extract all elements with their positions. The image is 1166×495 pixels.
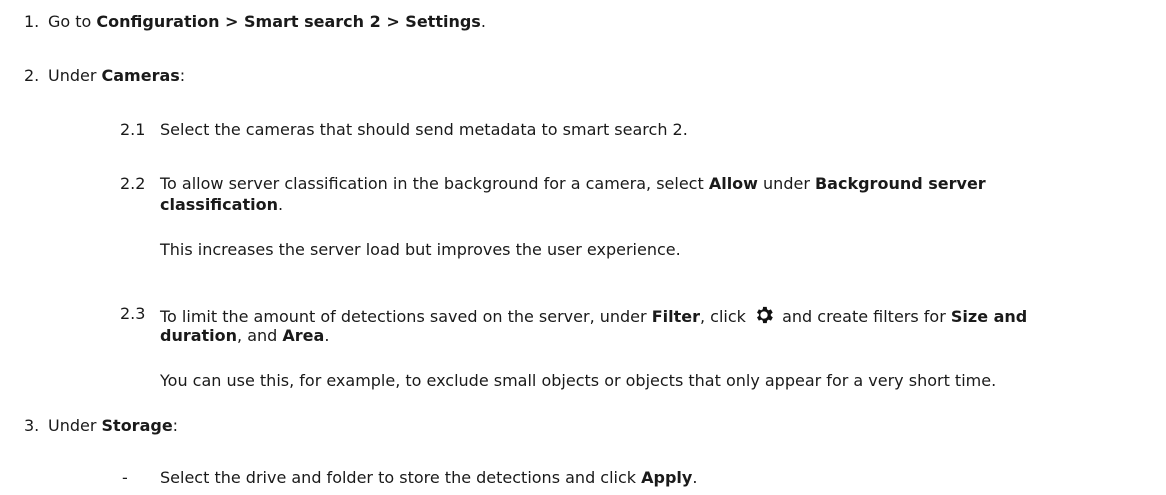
step-text: Go to Configuration > Smart search 2 > S… <box>48 12 486 31</box>
step-number: 2. <box>24 66 40 85</box>
menu-path: Configuration > Smart search 2 > Setting… <box>96 12 481 31</box>
substep-note: This increases the server load but impro… <box>160 240 681 259</box>
button-label: Apply <box>641 468 693 487</box>
step-number: 3. <box>24 416 40 435</box>
filter-label: Size and <box>950 307 1028 326</box>
gear-icon <box>757 306 773 324</box>
filter-label: Area <box>282 326 325 345</box>
column-label: Background server <box>814 174 986 193</box>
substep-text-cont: classification. <box>160 195 284 214</box>
substep-number: 2.3 <box>120 304 146 323</box>
substep-number: 2.1 <box>120 120 146 139</box>
substep-text-cont: duration, and Area. <box>160 326 330 345</box>
section-name: Cameras <box>101 66 180 85</box>
step-text: Under Cameras: <box>48 66 186 85</box>
substep-number: 2.2 <box>120 174 146 193</box>
bullet-text: Select the drive and folder to store the… <box>160 468 698 487</box>
substep-text: Select the cameras that should send meta… <box>160 120 688 139</box>
step-text: Under Storage: <box>48 416 179 435</box>
bullet: - <box>122 468 128 487</box>
substep-text: To limit the amount of detections saved … <box>160 304 1027 327</box>
substep-note: You can use this, for example, to exclud… <box>160 371 997 390</box>
section-name: Storage <box>101 416 173 435</box>
option-label: Allow <box>708 174 758 193</box>
column-label-cont: classification <box>160 195 278 214</box>
substep-text: To allow server classification in the ba… <box>160 174 986 193</box>
section-label: Filter <box>651 307 700 326</box>
filter-label-cont: duration <box>160 326 238 345</box>
step-number: 1. <box>24 12 40 31</box>
